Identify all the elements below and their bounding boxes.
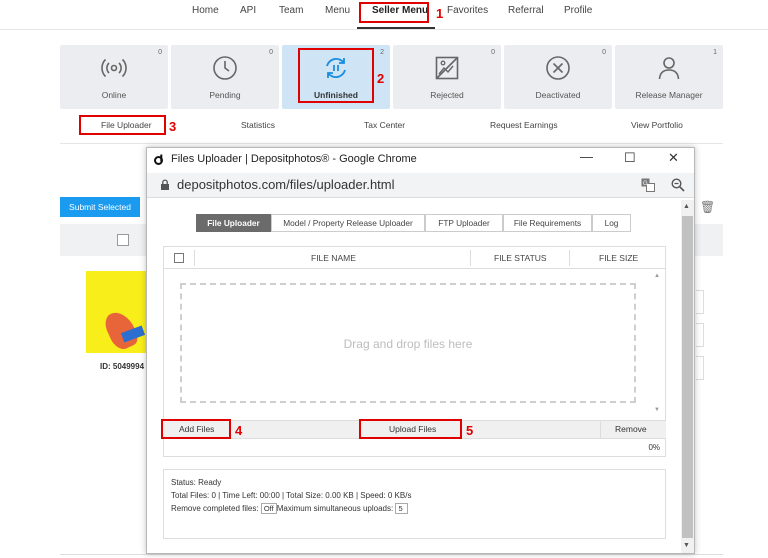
active-nav-underline xyxy=(357,27,435,29)
column-file-size[interactable]: FILE SIZE xyxy=(599,253,638,263)
tile-pending[interactable]: 0 Pending xyxy=(171,45,279,109)
page-scrollbar[interactable]: ▲ ▼ xyxy=(681,200,694,553)
maximize-icon[interactable]: ☐ xyxy=(624,150,636,166)
remove-button[interactable]: Remove xyxy=(615,424,647,434)
window-title: Files Uploader | Depositphotos® - Google… xyxy=(171,153,417,165)
clock-icon xyxy=(213,56,237,80)
remove-completed-toggle[interactable]: Off xyxy=(260,503,277,514)
zoom-icon[interactable] xyxy=(671,178,685,192)
column-file-status[interactable]: FILE STATUS xyxy=(494,253,547,263)
remove-completed-label: Remove completed files: xyxy=(171,504,259,513)
item-id: ID: 5049994 xyxy=(100,362,145,371)
annotation-2: 2 xyxy=(377,71,385,86)
tile-count: 1 xyxy=(713,49,717,56)
translate-icon[interactable]: G xyxy=(641,178,655,192)
highlight-box-5 xyxy=(359,419,462,439)
status-panel: Status: Ready Total Files: 0 | Time Left… xyxy=(163,469,666,539)
max-uploads-label: Maximum simultaneous uploads: xyxy=(276,504,394,513)
highlight-box-4 xyxy=(161,419,231,439)
circle-x-icon xyxy=(546,56,570,80)
tile-rejected[interactable]: 0 Rejected xyxy=(393,45,501,109)
annotation-3: 3 xyxy=(169,119,177,134)
tile-release-manager[interactable]: 1 Release Manager xyxy=(615,45,723,109)
annotation-5: 5 xyxy=(466,423,474,438)
trash-icon[interactable]: 🗑 xyxy=(700,200,715,214)
svg-text:G: G xyxy=(643,181,648,187)
scroll-up-arrow-icon[interactable]: ▲ xyxy=(654,273,660,279)
column-separator xyxy=(194,250,195,266)
person-icon xyxy=(658,57,680,80)
tab-file-uploader[interactable]: File Uploader xyxy=(196,214,271,232)
window-titlebar: Files Uploader | Depositphotos® - Google… xyxy=(147,148,694,173)
tile-label: Rejected xyxy=(430,90,464,100)
item-side-button[interactable] xyxy=(696,290,704,314)
max-uploads-input[interactable]: 5 xyxy=(395,503,408,514)
nav-menu[interactable]: Menu xyxy=(325,5,350,16)
tile-count: 0 xyxy=(491,49,495,56)
column-separator xyxy=(600,421,601,438)
minimize-icon[interactable]: — xyxy=(580,149,593,164)
scrollbar-thumb[interactable] xyxy=(682,216,693,538)
file-table-header: FILE NAME FILE STATUS FILE SIZE xyxy=(164,247,665,269)
nav-api[interactable]: API xyxy=(240,5,256,16)
lock-icon xyxy=(161,179,169,190)
subnav-view-portfolio[interactable]: View Portfolio xyxy=(631,120,683,130)
nav-profile[interactable]: Profile xyxy=(564,5,592,16)
highlight-box-3 xyxy=(79,115,166,135)
scroll-down-arrow-icon[interactable]: ▼ xyxy=(654,407,660,413)
tile-label: Deactivated xyxy=(535,90,581,100)
address-bar[interactable]: depositphotos.com/files/uploader.html G xyxy=(147,173,694,198)
scroll-up-arrow-icon[interactable]: ▲ xyxy=(683,203,690,210)
annotation-1: 1 xyxy=(436,6,444,21)
nav-team[interactable]: Team xyxy=(279,5,303,16)
totals-text: Total Files: 0 | Time Left: 00:00 | Tota… xyxy=(171,491,412,500)
tile-label: Online xyxy=(101,90,127,100)
tile-deactivated[interactable]: 0 Deactivated xyxy=(504,45,612,109)
tile-count: 2 xyxy=(380,49,384,56)
tile-count: 0 xyxy=(269,49,273,56)
column-separator xyxy=(569,250,570,266)
nav-referral[interactable]: Referral xyxy=(508,5,544,16)
upload-options: Remove completed files: Off Maximum simul… xyxy=(171,503,408,514)
tab-ftp-uploader[interactable]: FTP Uploader xyxy=(425,214,503,232)
status-text: Status: Ready xyxy=(171,478,222,487)
item-side-button[interactable] xyxy=(696,356,704,380)
drop-zone-text: Drag and drop files here xyxy=(343,337,473,351)
tab-log[interactable]: Log xyxy=(592,214,631,232)
drop-zone[interactable]: Drag and drop files here xyxy=(180,283,636,403)
tile-online[interactable]: 0 Online xyxy=(60,45,168,109)
nav-home[interactable]: Home xyxy=(192,5,219,16)
close-icon[interactable]: ✕ xyxy=(668,150,679,166)
highlight-box-2 xyxy=(298,48,374,103)
url-text[interactable]: depositphotos.com/files/uploader.html xyxy=(177,177,395,192)
subnav-statistics[interactable]: Statistics xyxy=(241,120,275,130)
upload-progress-text: 0% xyxy=(648,443,660,452)
divider xyxy=(60,143,723,144)
depositphotos-logo-icon xyxy=(154,154,163,165)
select-all-files-checkbox[interactable] xyxy=(174,253,184,263)
subnav-tax-center[interactable]: Tax Center xyxy=(364,120,405,130)
item-side-button[interactable] xyxy=(696,323,704,347)
tile-count: 0 xyxy=(158,49,162,56)
item-thumbnail[interactable] xyxy=(86,271,146,353)
tab-release-uploader[interactable]: Model / Property Release Uploader xyxy=(271,214,425,232)
select-all-checkbox[interactable] xyxy=(117,234,129,246)
tile-label: Pending xyxy=(209,90,241,100)
annotation-4: 4 xyxy=(235,423,243,438)
submit-selected-button[interactable]: Submit Selected xyxy=(60,197,140,217)
broadcast-icon xyxy=(101,58,127,78)
column-separator xyxy=(470,250,471,266)
crossed-image-icon xyxy=(435,56,459,80)
nav-favorites[interactable]: Favorites xyxy=(447,5,488,16)
tile-label: Release Manager xyxy=(635,90,703,100)
scroll-down-arrow-icon[interactable]: ▼ xyxy=(683,542,690,549)
subnav-request-earnings[interactable]: Request Earnings xyxy=(490,120,558,130)
divider xyxy=(60,554,723,555)
tile-count: 0 xyxy=(602,49,606,56)
highlight-box-1 xyxy=(359,2,429,23)
uploader-browser-window: Files Uploader | Depositphotos® - Google… xyxy=(146,147,695,554)
tab-file-requirements[interactable]: File Requirements xyxy=(503,214,592,232)
column-file-name[interactable]: FILE NAME xyxy=(311,253,356,263)
